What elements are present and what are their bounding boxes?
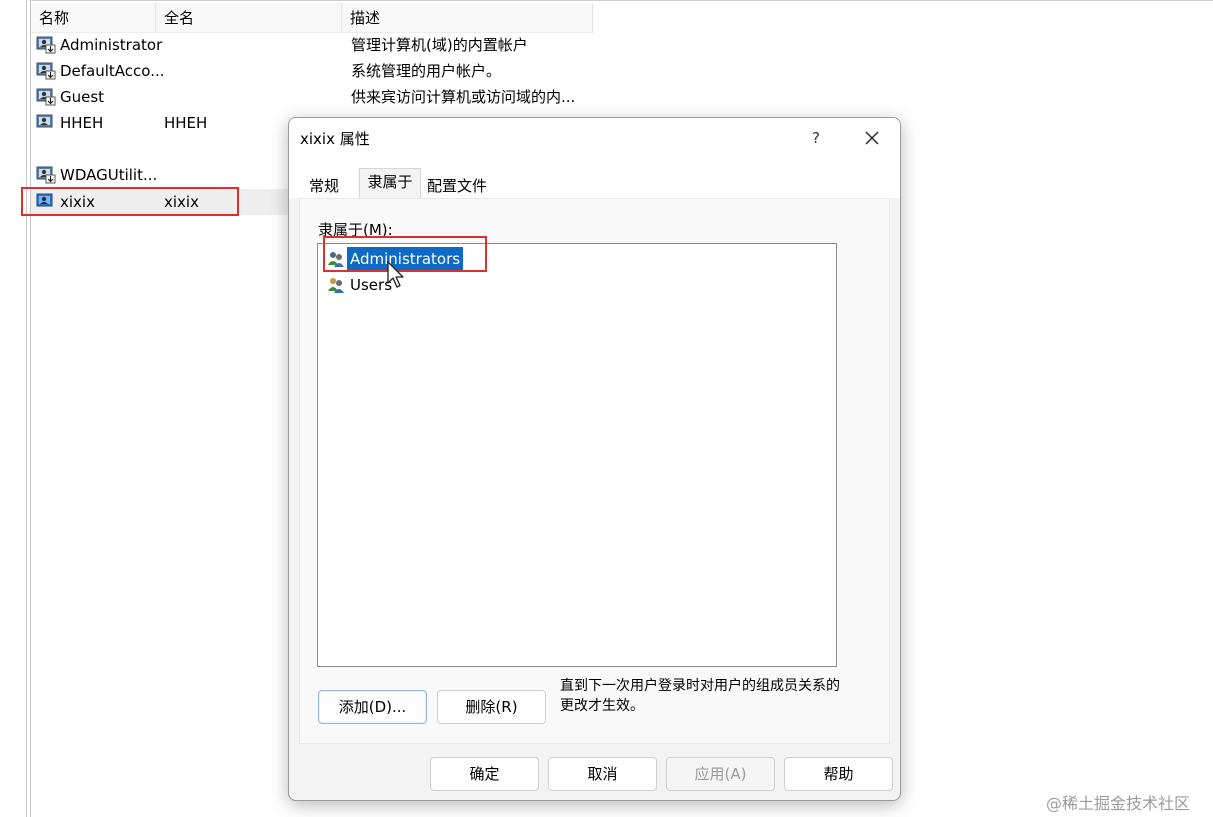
tab-general[interactable]: 常规	[309, 175, 339, 196]
user-name: HHEH	[60, 114, 104, 132]
user-name: WDAGUtilit...	[60, 166, 158, 184]
tab-member-of[interactable]: 隶属于	[359, 168, 421, 199]
left-border-line	[26, 0, 27, 817]
ok-button[interactable]: 确定	[430, 757, 539, 791]
top-border-line	[30, 0, 1213, 1]
user-description: 供来宾访问计算机或访问域的内...	[351, 88, 576, 106]
help-icon[interactable]: ?	[804, 126, 828, 150]
apply-button[interactable]: 应用(A)	[666, 757, 775, 791]
user-fullname: HHEH	[164, 114, 208, 132]
column-header-description[interactable]: 描述	[342, 3, 593, 33]
list-header: 名称 全名 描述	[31, 3, 593, 33]
user-description: 系统管理的用户帐户。	[351, 62, 502, 80]
user-name: Administrator	[60, 36, 163, 54]
remove-button[interactable]: 删除(R)	[437, 690, 546, 724]
close-icon[interactable]	[860, 126, 884, 150]
user-account-icon	[36, 166, 56, 184]
list-item[interactable]: DefaultAcco... 系统管理的用户帐户。	[31, 58, 591, 84]
watermark: @稀土掘金技术社区	[1046, 794, 1191, 813]
column-header-name[interactable]: 名称	[31, 3, 156, 33]
help-button[interactable]: 帮助	[784, 757, 893, 791]
membership-note: 直到下一次用户登录时对用户的组成员关系的更改才生效。	[560, 678, 840, 714]
list-item[interactable]: Guest 供来宾访问计算机或访问域的内...	[31, 84, 591, 110]
user-name: DefaultAcco...	[60, 62, 165, 80]
user-account-icon	[36, 62, 56, 80]
groups-listbox[interactable]: Administrators Users	[317, 243, 837, 667]
group-icon	[328, 278, 344, 293]
user-account-icon	[36, 88, 56, 106]
properties-dialog: xixix 属性 ? 常规 隶属于 配置文件 隶属于(M): Administr…	[288, 117, 901, 801]
dialog-title: xixix 属性	[300, 130, 370, 148]
user-name: Guest	[60, 88, 105, 106]
list-item[interactable]: Administrator 管理计算机(域)的内置帐户	[31, 32, 591, 58]
user-account-icon	[36, 114, 53, 128]
add-button[interactable]: 添加(D)...	[318, 690, 427, 724]
tab-profile[interactable]: 配置文件	[427, 175, 487, 196]
highlight-box	[21, 187, 239, 216]
mouse-cursor-icon	[387, 261, 404, 288]
cancel-button[interactable]: 取消	[548, 757, 657, 791]
user-description: 管理计算机(域)的内置帐户	[351, 36, 528, 54]
user-account-icon	[36, 36, 56, 54]
column-header-fullname[interactable]: 全名	[156, 3, 342, 33]
